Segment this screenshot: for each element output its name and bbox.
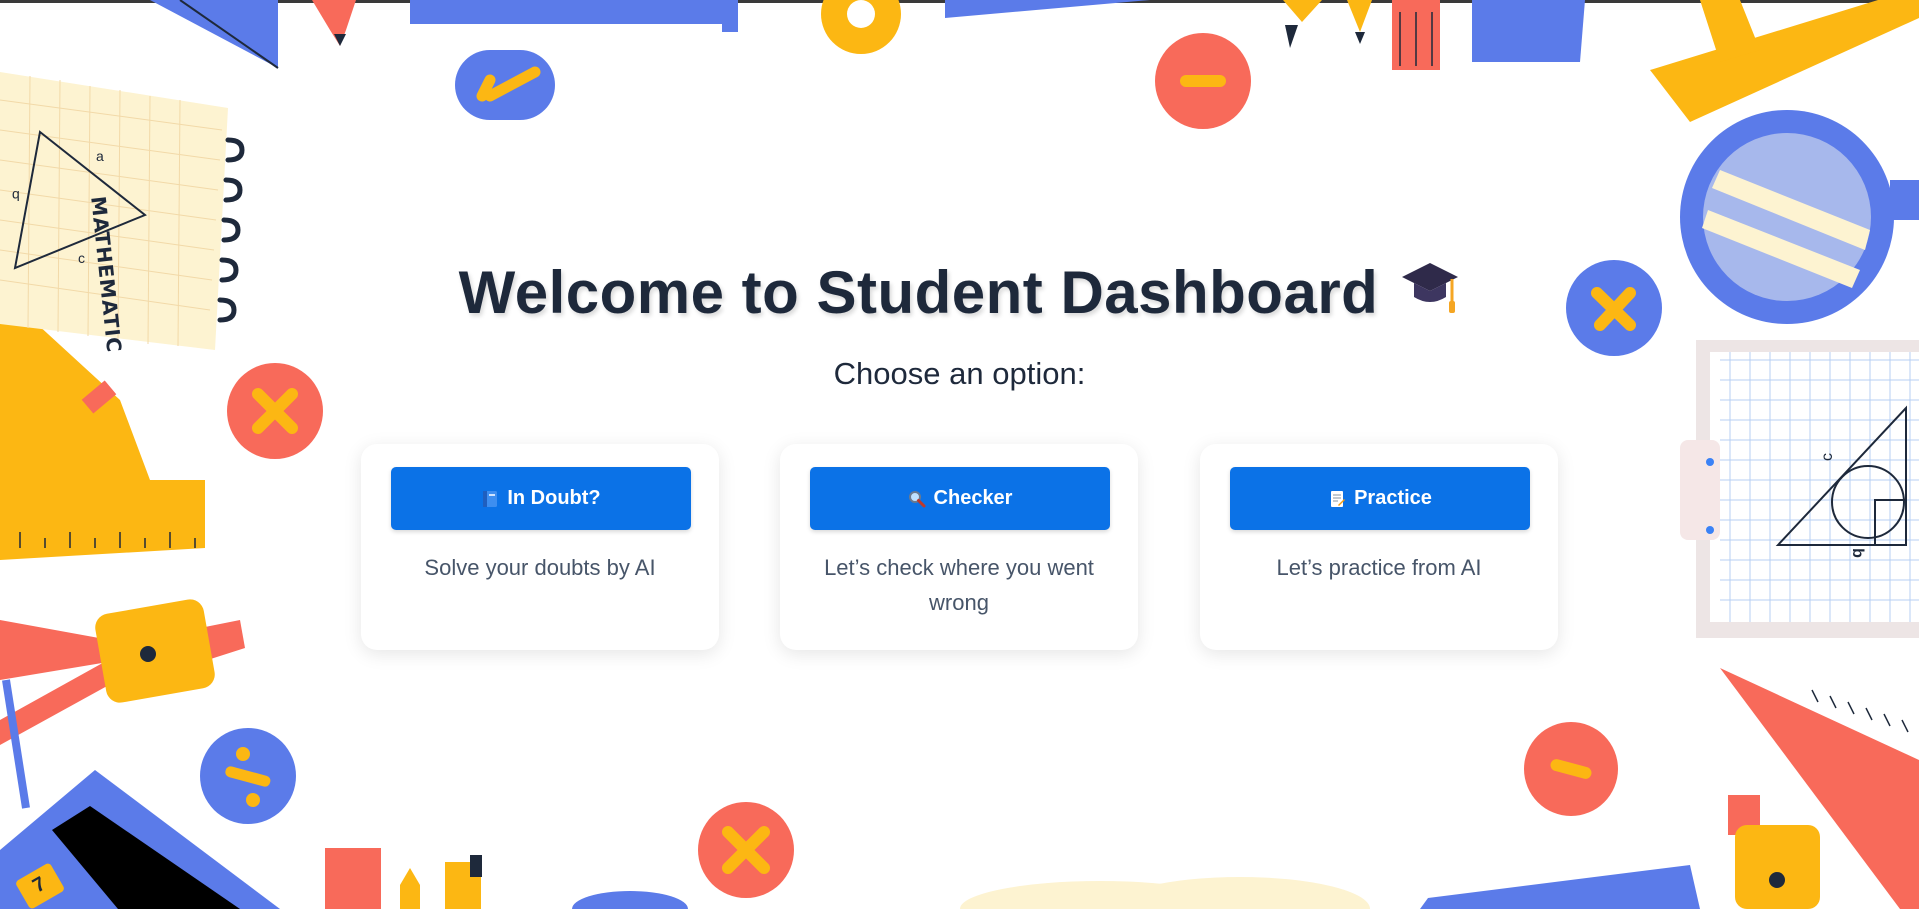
checker-button[interactable]: Checker bbox=[810, 467, 1110, 530]
magnifier-icon bbox=[908, 490, 926, 508]
checker-description: Let’s check where you went wrong bbox=[824, 555, 1094, 615]
memo-icon bbox=[1328, 490, 1346, 508]
dashboard-main: Welcome to Student Dashboard Choose an o… bbox=[0, 0, 1919, 909]
page-subtitle: Choose an option: bbox=[833, 356, 1086, 391]
option-card-practice: Practice Let’s practice from AI bbox=[1200, 444, 1558, 650]
practice-button-label: Practice bbox=[1354, 487, 1432, 509]
practice-button[interactable]: Practice bbox=[1230, 467, 1530, 530]
page-title: Welcome to Student Dashboard bbox=[0, 258, 1919, 331]
option-card-in-doubt: In Doubt? Solve your doubts by AI bbox=[361, 444, 719, 650]
checker-button-label: Checker bbox=[933, 487, 1013, 509]
in-doubt-button[interactable]: In Doubt? bbox=[391, 467, 691, 530]
option-card-checker: Checker Let’s check where you went wrong bbox=[780, 444, 1138, 650]
page-title-text: Welcome to Student Dashboard bbox=[458, 259, 1379, 326]
in-doubt-button-label: In Doubt? bbox=[507, 487, 601, 509]
in-doubt-description: Solve your doubts by AI bbox=[424, 555, 656, 580]
practice-description: Let’s practice from AI bbox=[1276, 555, 1482, 580]
book-icon bbox=[481, 490, 499, 508]
graduation-cap-icon bbox=[1400, 259, 1460, 331]
